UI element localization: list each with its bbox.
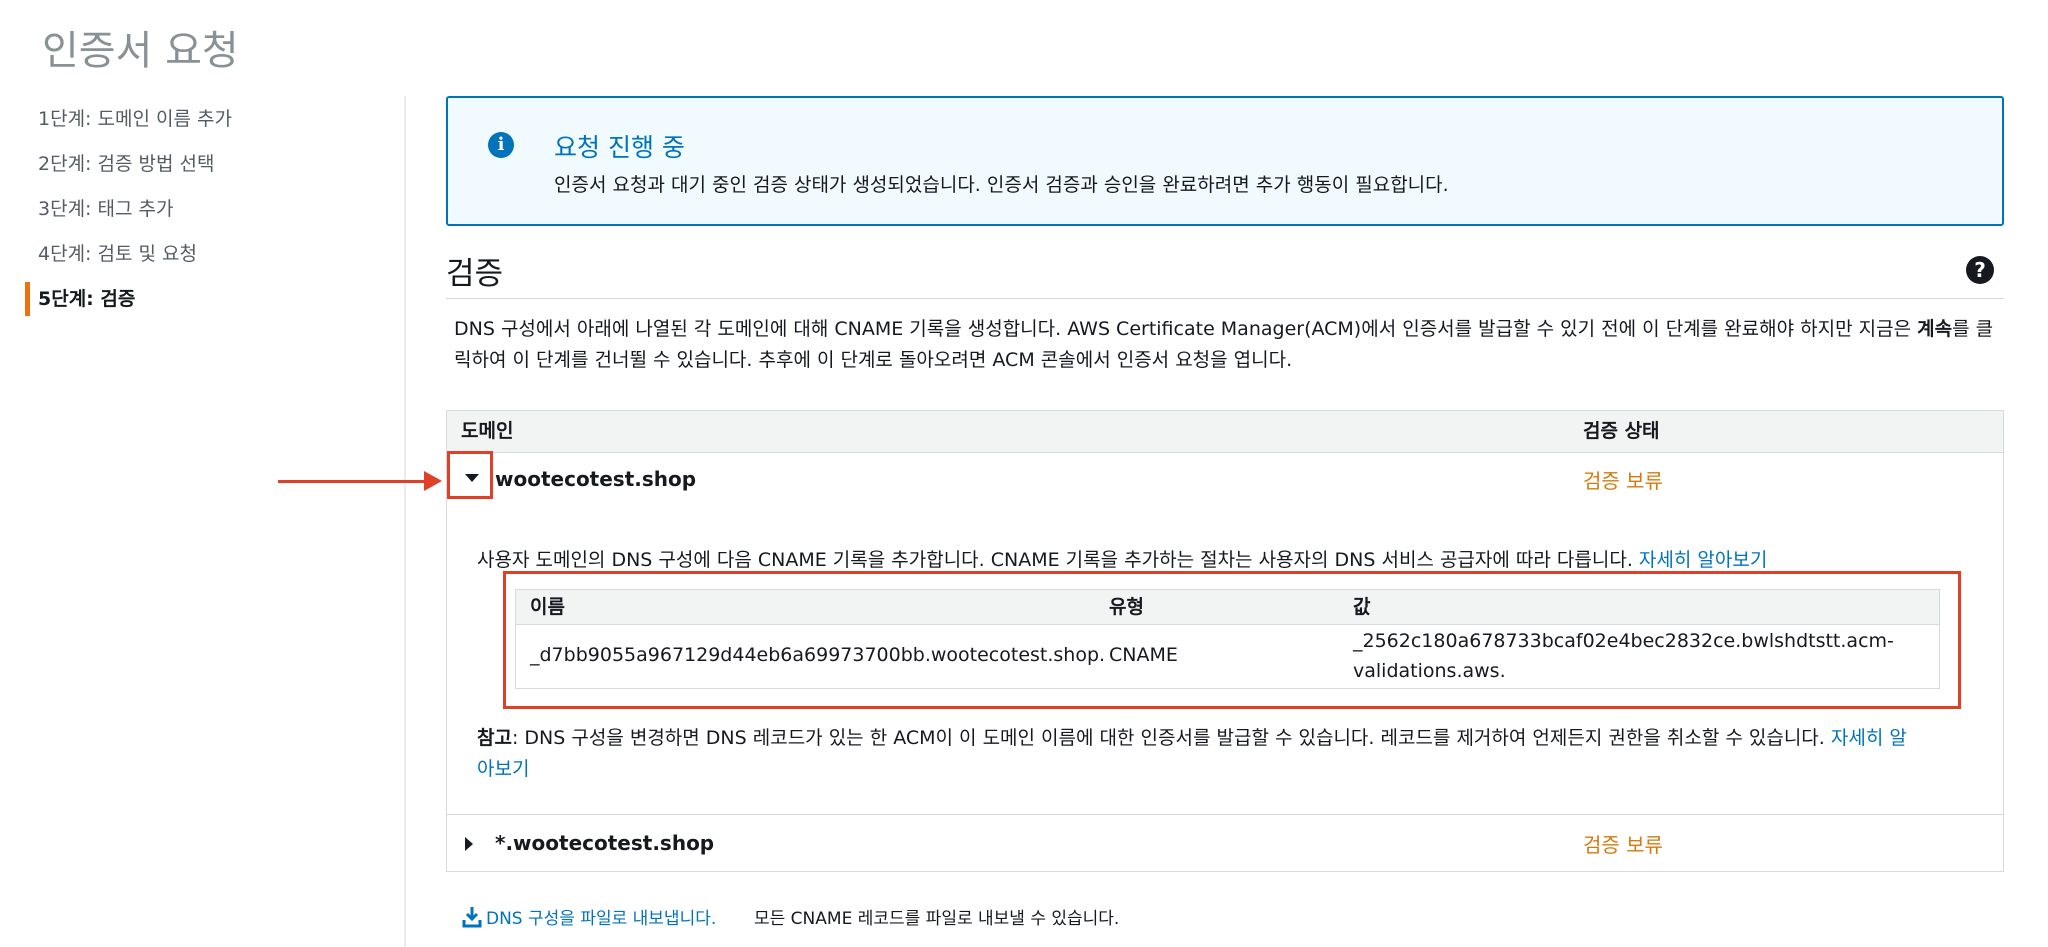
caret-down-icon bbox=[465, 474, 479, 482]
help-icon[interactable]: ? bbox=[1966, 256, 1994, 284]
section-title: 검증 bbox=[446, 256, 504, 292]
cname-instructions: 사용자 도메인의 DNS 구성에 다음 CNAME 기록을 추가합니다. CNA… bbox=[477, 545, 1767, 572]
annotation-arrow-icon bbox=[424, 471, 442, 491]
cname-instructions-text: 사용자 도메인의 DNS 구성에 다음 CNAME 기록을 추가합니다. CNA… bbox=[477, 549, 1639, 571]
dns-note: 참고: DNS 구성을 변경하면 DNS 레코드가 있는 한 ACM이 이 도메… bbox=[477, 723, 1977, 785]
page-title: 인증서 요청 bbox=[42, 28, 239, 74]
sidebar-divider bbox=[404, 96, 406, 947]
note-learn-more-link-cont[interactable]: 아보기 bbox=[477, 758, 529, 780]
step-1[interactable]: 1단계: 도메인 이름 추가 bbox=[28, 102, 368, 147]
annotation-highlight-box bbox=[503, 571, 1961, 709]
header-domain: 도메인 bbox=[461, 420, 514, 442]
domain-table-header: 도메인 검증 상태 bbox=[447, 411, 2003, 453]
description-bold: 계속 bbox=[1917, 318, 1953, 340]
expand-toggle-button[interactable] bbox=[447, 451, 493, 499]
note-label: 참고 bbox=[477, 727, 512, 749]
description-text-1: DNS 구성에서 아래에 나열된 각 도메인에 대해 CNAME 기록을 생성합… bbox=[454, 318, 1918, 340]
export-description: 모든 CNAME 레코드를 파일로 내보낼 수 있습니다. bbox=[754, 909, 1120, 929]
step-5-active: 5단계: 검증 bbox=[25, 282, 368, 316]
header-status: 검증 상태 bbox=[1583, 420, 1660, 442]
domain-name-1: wootecotest.shop bbox=[495, 467, 697, 491]
download-icon bbox=[462, 907, 482, 928]
info-icon: i bbox=[488, 132, 514, 158]
row-separator bbox=[447, 814, 2003, 815]
section-divider bbox=[446, 298, 2004, 299]
learn-more-link[interactable]: 자세히 알아보기 bbox=[1639, 549, 1767, 571]
domain-name-2[interactable]: *.wootecotest.shop bbox=[495, 831, 714, 855]
step-3[interactable]: 3단계: 태그 추가 bbox=[28, 192, 368, 237]
step-4[interactable]: 4단계: 검토 및 요청 bbox=[28, 237, 368, 282]
flash-info-banner: i 요청 진행 중 인증서 요청과 대기 중인 검증 상태가 생성되었습니다. … bbox=[446, 96, 2004, 226]
status-badge-1: 검증 보류 bbox=[1583, 469, 1663, 493]
status-badge-2: 검증 보류 bbox=[1583, 833, 1663, 857]
flash-message: 인증서 요청과 대기 중인 검증 상태가 생성되었습니다. 인증서 검증과 승인… bbox=[554, 174, 1449, 196]
export-dns-link[interactable]: DNS 구성을 파일로 내보냅니다. bbox=[486, 904, 716, 929]
caret-right-icon[interactable] bbox=[465, 837, 473, 851]
domain-table: 도메인 검증 상태 wootecotest.shop 검증 보류 사용자 도메인… bbox=[446, 410, 2004, 872]
step-2[interactable]: 2단계: 검증 방법 선택 bbox=[28, 147, 368, 192]
validation-description: DNS 구성에서 아래에 나열된 각 도메인에 대해 CNAME 기록을 생성합… bbox=[454, 314, 2004, 376]
flash-title: 요청 진행 중 bbox=[554, 133, 685, 162]
annotation-arrow-shaft bbox=[278, 480, 426, 483]
note-learn-more-link[interactable]: 자세히 알 bbox=[1831, 727, 1907, 749]
wizard-steps: 1단계: 도메인 이름 추가 2단계: 검증 방법 선택 3단계: 태그 추가 … bbox=[25, 102, 368, 316]
note-text: : DNS 구성을 변경하면 DNS 레코드가 있는 한 ACM이 이 도메인 … bbox=[511, 727, 1831, 749]
